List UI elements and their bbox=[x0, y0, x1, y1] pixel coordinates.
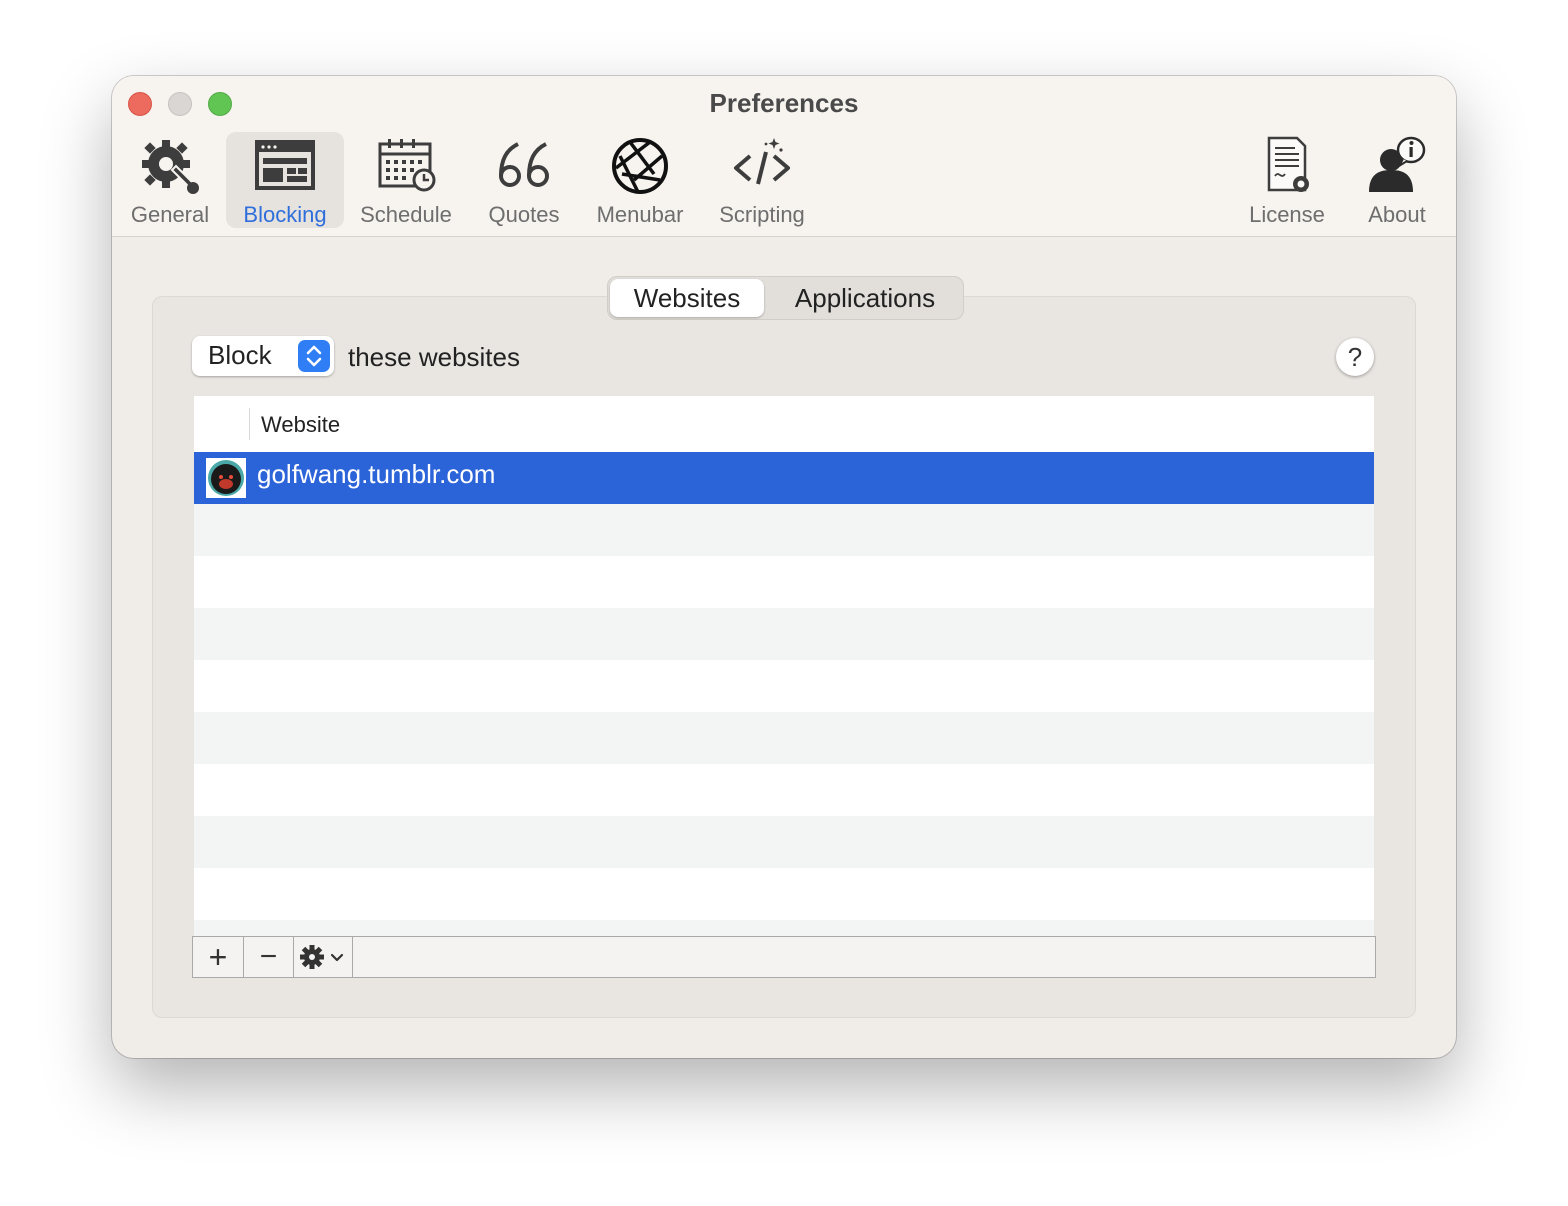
table-row-empty bbox=[194, 712, 1374, 764]
toolbar-label-menubar: Menubar bbox=[596, 202, 684, 227]
window-title: Preferences bbox=[709, 88, 859, 118]
toolbar-label-scripting: Scripting bbox=[719, 202, 805, 227]
block-mode-popup[interactable]: Block bbox=[192, 336, 334, 376]
table-row-empty bbox=[194, 868, 1374, 920]
toolbar-label-about: About bbox=[1368, 202, 1426, 227]
table-row-empty bbox=[194, 504, 1374, 556]
toolbar-item-schedule[interactable]: Schedule bbox=[352, 132, 460, 228]
tab-applications[interactable]: Applications bbox=[768, 279, 962, 317]
help-button[interactable]: ? bbox=[1336, 338, 1374, 376]
add-label: + bbox=[208, 939, 228, 975]
toolbar-item-blocking[interactable]: Blocking bbox=[226, 132, 344, 228]
preferences-window: Preferences General Blocking Schedule Qu… bbox=[112, 76, 1456, 1058]
up-down-arrows-icon bbox=[298, 340, 330, 372]
toolbar-item-about[interactable]: About bbox=[1352, 132, 1442, 228]
table-row-empty bbox=[194, 816, 1374, 868]
toolbar-item-menubar[interactable]: Menubar bbox=[588, 132, 692, 228]
remove-label: − bbox=[259, 940, 278, 973]
gear-menu-icon bbox=[300, 945, 344, 969]
blocking-window-icon bbox=[255, 140, 315, 190]
remove-website-button[interactable]: − bbox=[244, 937, 294, 977]
tab-bar: Websites Applications bbox=[607, 276, 964, 320]
table-row-empty bbox=[194, 608, 1374, 660]
table-row-empty bbox=[194, 920, 1374, 936]
actions-menu-button[interactable] bbox=[294, 937, 353, 977]
add-website-button[interactable]: + bbox=[193, 937, 244, 977]
toolbar-label-schedule: Schedule bbox=[360, 202, 452, 227]
table-row-empty bbox=[194, 556, 1374, 608]
calendar-clock-icon bbox=[378, 139, 436, 192]
tumblr-favicon-icon bbox=[206, 458, 246, 498]
block-mode-description: these websites bbox=[348, 342, 520, 372]
toolbar-label-license: License bbox=[1249, 202, 1325, 227]
tab-websites[interactable]: Websites bbox=[610, 279, 764, 317]
toolbar: Preferences General Blocking Schedule Qu… bbox=[112, 76, 1456, 237]
quote-marks-icon bbox=[499, 142, 549, 187]
table-row[interactable]: golfwang.tumblr.com bbox=[194, 452, 1374, 504]
toolbar-label-general: General bbox=[130, 202, 210, 227]
table-row-empty bbox=[194, 764, 1374, 816]
license-certificate-icon bbox=[1267, 136, 1309, 192]
column-header-website[interactable]: Website bbox=[261, 412, 340, 438]
websites-table: Website golfwang.tumblr.com bbox=[194, 396, 1374, 936]
aperture-icon bbox=[612, 138, 668, 194]
toolbar-item-scripting[interactable]: Scripting bbox=[710, 132, 814, 228]
column-separator bbox=[249, 408, 250, 440]
gear-wrench-icon bbox=[142, 140, 199, 194]
table-header: Website bbox=[194, 396, 1374, 453]
toolbar-item-license[interactable]: License bbox=[1238, 132, 1336, 228]
toolbar-item-general[interactable]: General bbox=[122, 132, 218, 228]
table-bottom-bar: + − bbox=[192, 936, 1376, 978]
toolbar-label-blocking: Blocking bbox=[243, 202, 327, 227]
table-row-empty bbox=[194, 660, 1374, 712]
toolbar-item-quotes[interactable]: Quotes bbox=[476, 132, 572, 228]
toolbar-label-quotes: Quotes bbox=[488, 202, 560, 227]
code-icon bbox=[734, 138, 790, 185]
website-entry: golfwang.tumblr.com bbox=[257, 459, 496, 489]
block-mode-value: Block bbox=[208, 340, 272, 370]
about-person-info-icon bbox=[1369, 136, 1426, 192]
